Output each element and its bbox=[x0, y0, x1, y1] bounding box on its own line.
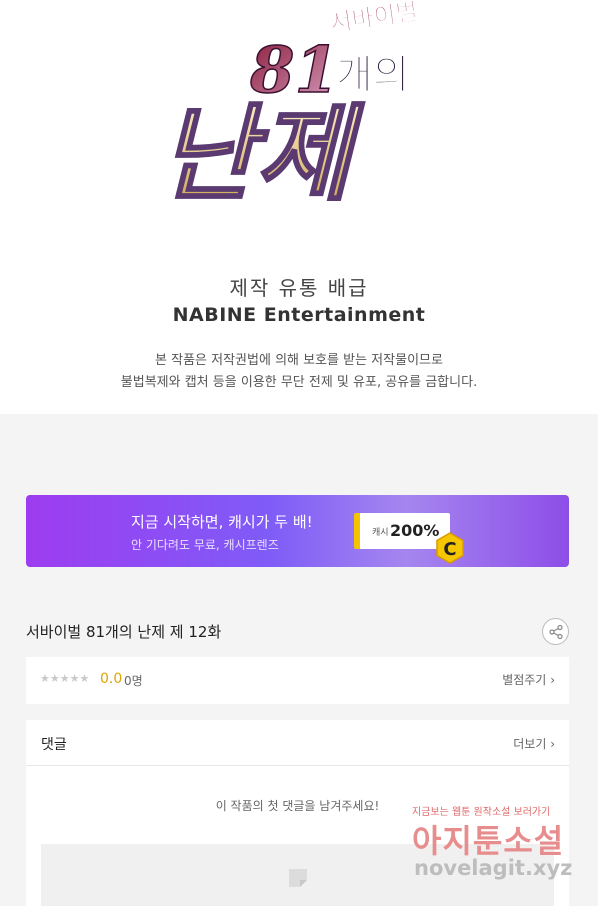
chevron-right-icon: › bbox=[550, 673, 555, 687]
copyright-line-1: 본 작품은 저작권법에 의해 보호를 받는 저작물이므로 bbox=[155, 353, 443, 368]
logo-main: 난제 bbox=[160, 92, 365, 215]
credit-label: 제작 유통 배급 bbox=[229, 276, 369, 300]
credits-section: 서바이벌 81 개의 난제 제작 유통 배급 NABINE Entertainm… bbox=[0, 0, 598, 414]
share-button[interactable] bbox=[542, 618, 569, 645]
coin-letter: C bbox=[443, 539, 456, 560]
comments-title: 댓글 bbox=[41, 737, 67, 753]
copyright-line-2: 불법복제와 캡처 등을 이용한 무단 전제 및 유포, 공유를 금합니다. bbox=[120, 375, 478, 390]
more-button-label: 더보기 bbox=[513, 737, 547, 751]
rating-count: 0명 bbox=[124, 674, 143, 688]
cash-promo-banner[interactable]: 지금 시작하면, 캐시가 두 배! 안 기다려도 무료, 캐시프렌즈 캐시 20… bbox=[26, 495, 569, 567]
rating-value: 0.0 bbox=[100, 671, 123, 687]
episode-title: 서바이벌 81개의 난제 제 12화 bbox=[26, 623, 222, 641]
logo-subtitle: 서바이벌 bbox=[328, 0, 419, 37]
ticket-percent: 200% bbox=[390, 521, 440, 540]
watermark-url: novelagit.xyz bbox=[414, 856, 573, 880]
comment-placeholder-icon bbox=[289, 869, 307, 887]
cash-coin-icon: C bbox=[436, 532, 464, 564]
rating-card: ★★★★★ 0.0 0명 별점주기 › bbox=[26, 657, 569, 704]
copyright-notice: 본 작품은 저작권법에 의해 보호를 받는 저작물이므로 불법복제와 캡처 등을… bbox=[0, 350, 598, 394]
chevron-right-icon: › bbox=[550, 737, 555, 751]
credit-company: NABINE Entertainment bbox=[172, 304, 426, 326]
banner-subtitle: 안 기다려도 무료, 캐시프렌즈 bbox=[131, 538, 279, 552]
title-logo: 서바이벌 81 개의 난제 bbox=[159, 0, 420, 216]
ticket-small-label: 캐시 bbox=[372, 528, 389, 538]
banner-title: 지금 시작하면, 캐시가 두 배! bbox=[131, 513, 313, 531]
share-icon bbox=[549, 624, 563, 640]
watermark: 지금보는 웹툰 원작소설 보러가기 아지툰소설 novelagit.xyz bbox=[410, 800, 590, 890]
rate-button[interactable]: 별점주기 › bbox=[502, 671, 555, 688]
comments-more-button[interactable]: 더보기 › bbox=[513, 735, 555, 752]
rating-stars: ★★★★★ bbox=[40, 672, 90, 685]
rate-button-label: 별점주기 bbox=[502, 673, 547, 687]
comments-header: 댓글 더보기 › bbox=[26, 720, 569, 766]
